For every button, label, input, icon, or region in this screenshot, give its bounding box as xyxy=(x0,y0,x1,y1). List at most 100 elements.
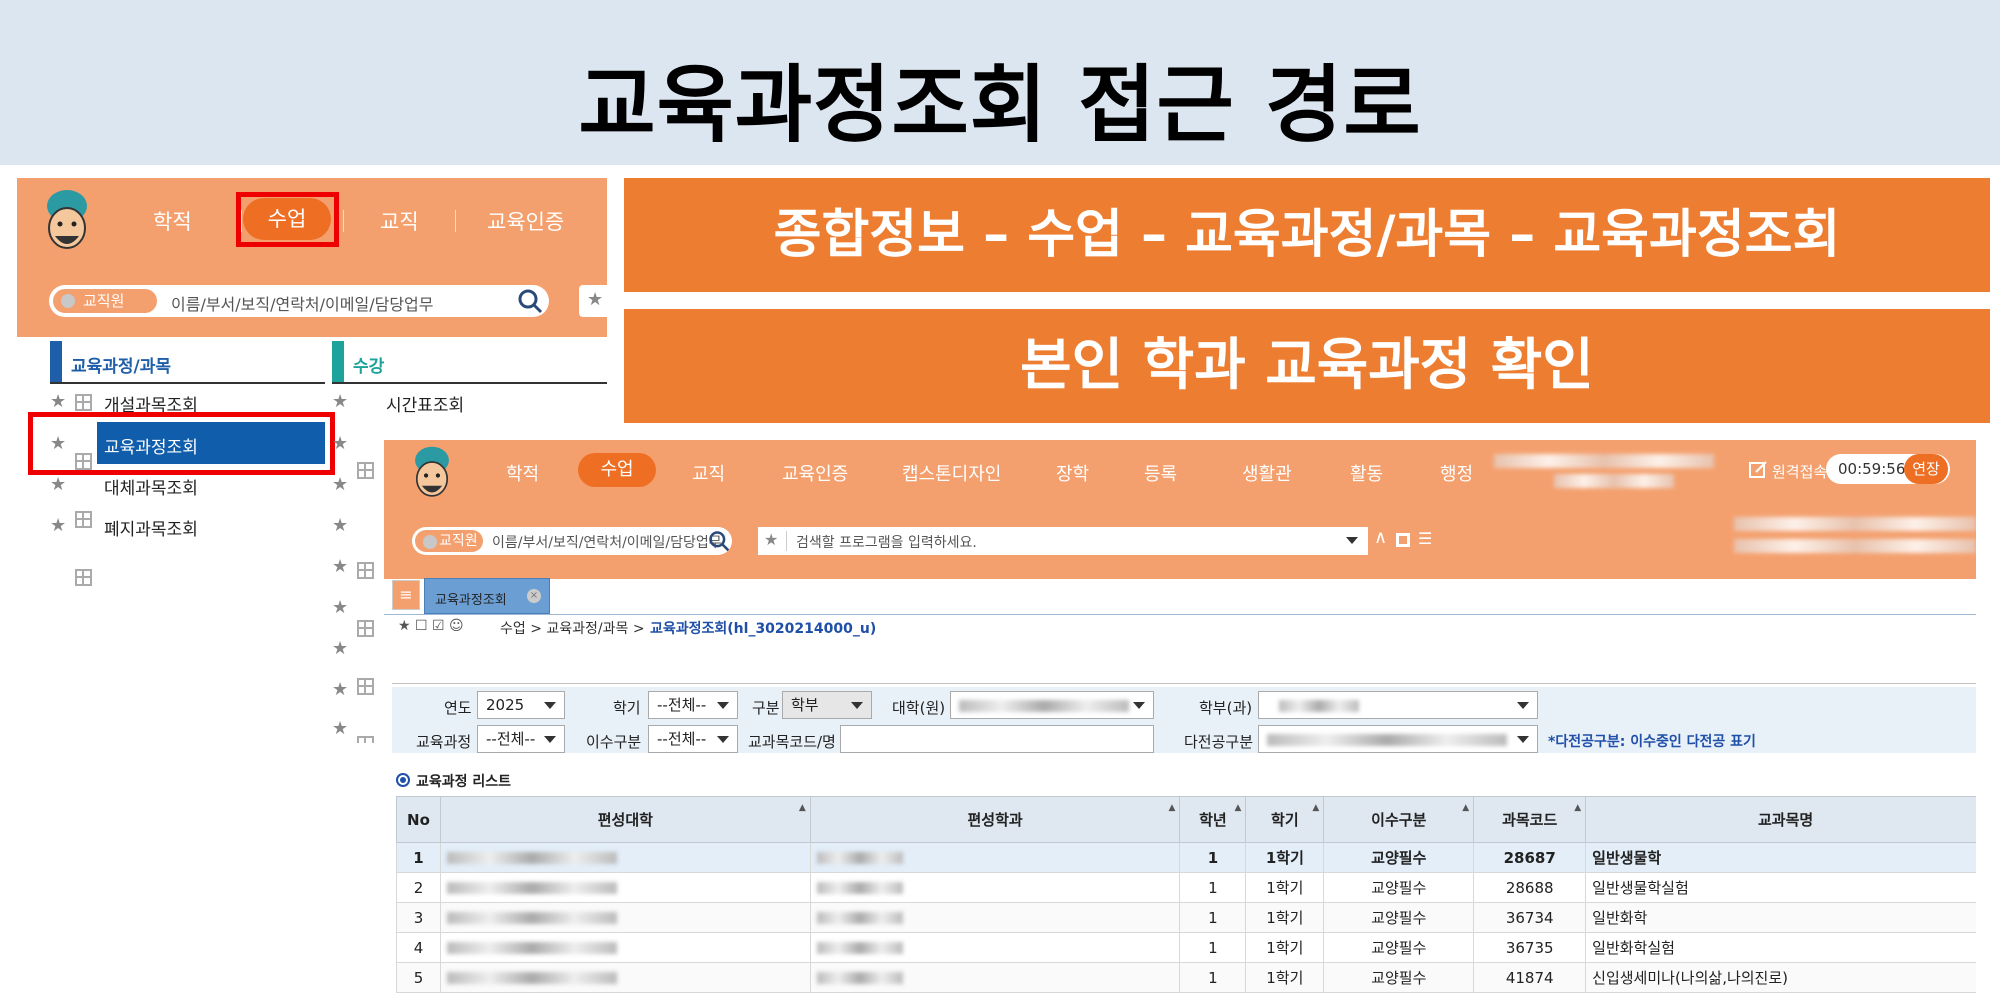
table-row[interactable]: 4 1 1학기 교양필수 36735 일반화학실험 xyxy=(396,932,1976,963)
cell-code: 41874 xyxy=(1473,962,1587,993)
college-select[interactable] xyxy=(950,691,1154,719)
search-input[interactable]: 교직원 이름/부서/보직/연락처/이메일/담당업무 xyxy=(49,285,549,317)
path-instruction-box: 종합정보 – 수업 – 교육과정/과목 – 교육과정조회 xyxy=(624,178,1990,292)
col-header-college[interactable]: 편성대학 ▲ xyxy=(439,796,811,843)
star-icon[interactable]: ★ xyxy=(332,718,348,739)
section-marker xyxy=(50,341,62,383)
nav-deungrok[interactable]: 등록 xyxy=(1144,460,1177,486)
role-badge[interactable]: 교직원 xyxy=(53,289,157,313)
star-icon[interactable]: ★ xyxy=(50,474,66,495)
chevron-down-icon[interactable] xyxy=(1346,537,1358,544)
nav-janghak[interactable]: 장학 xyxy=(1056,460,1089,486)
star-icon[interactable]: ★ xyxy=(332,433,348,454)
mascot-logo-icon xyxy=(415,446,449,497)
division-select[interactable]: 학부 xyxy=(782,691,872,719)
star-icon[interactable]: ★ xyxy=(764,530,778,549)
blurred-value xyxy=(1279,700,1359,712)
nav-hwaldong[interactable]: 활동 xyxy=(1350,460,1383,486)
cell-no: 2 xyxy=(396,872,441,903)
nav-separator xyxy=(343,210,344,232)
col-header-code[interactable]: 과목코드 ▲ xyxy=(1473,796,1587,843)
col-header-no[interactable]: No xyxy=(396,796,441,843)
col-header-semester[interactable]: 학기 ▲ xyxy=(1245,796,1325,843)
blurred-value xyxy=(959,700,1129,712)
col-header-grade[interactable]: 학년 ▲ xyxy=(1179,796,1247,843)
timer-value: 00:59:56 xyxy=(1838,460,1906,478)
edit-icon[interactable] xyxy=(1748,460,1768,480)
division-label: 구분 xyxy=(752,699,780,717)
nav-haengjeong[interactable]: 행정 xyxy=(1440,460,1473,486)
list-view-icon[interactable]: ☰ xyxy=(1418,529,1432,548)
multimajor-select[interactable] xyxy=(1258,725,1538,753)
close-icon[interactable]: × xyxy=(527,589,541,603)
blurred-user-info xyxy=(1494,454,1714,468)
remote-access-link[interactable]: 원격접속 xyxy=(1772,461,1827,482)
star-icon[interactable]: ★ xyxy=(587,289,603,310)
curriculum-select[interactable]: --전체-- xyxy=(477,725,565,753)
nav-hakjeok[interactable]: 학적 xyxy=(153,206,192,236)
dept-select[interactable] xyxy=(1258,691,1538,719)
hamburger-menu-icon[interactable]: ≡ xyxy=(392,580,420,610)
cell-semester: 1학기 xyxy=(1245,902,1325,933)
table-row[interactable]: 5 1 1학기 교양필수 41874 신입생세미나(나의삶,나의진로) xyxy=(396,962,1976,993)
col-header-completion[interactable]: 이수구분 ▲ xyxy=(1323,796,1475,843)
year-select[interactable]: 2025 xyxy=(477,691,565,719)
menu-item-timetable[interactable]: 시간표조회 xyxy=(386,391,464,416)
tab-curriculum[interactable]: 교육과정조회 × xyxy=(424,578,550,614)
semester-select[interactable]: --전체-- xyxy=(648,691,738,719)
grid-icon xyxy=(357,736,374,743)
table-row[interactable]: 1 1 1학기 교양필수 28687 일반생물학 xyxy=(396,842,1976,873)
table-row[interactable]: 2 1 1학기 교양필수 28688 일반생물학실험 xyxy=(396,872,1976,903)
col-header-course-name[interactable]: 교과목명 xyxy=(1585,796,1976,843)
comment-icon[interactable]: ☐ xyxy=(415,618,428,634)
divider xyxy=(392,683,1976,684)
course-code-input[interactable] xyxy=(840,725,1154,753)
menu-item-abolished[interactable]: 폐지과목조회 xyxy=(104,515,198,540)
nav-gyojik[interactable]: 교직 xyxy=(692,460,725,486)
star-icon[interactable]: ★ xyxy=(332,391,348,412)
star-icon[interactable]: ★ xyxy=(332,515,348,536)
nav-capstone[interactable]: 캡스톤디자인 xyxy=(902,460,1001,486)
search-icon[interactable] xyxy=(708,530,730,552)
program-search-input[interactable]: ★ 검색할 프로그램을 입력하세요. xyxy=(758,527,1368,555)
star-icon[interactable]: ★ xyxy=(50,391,66,412)
smiley-icon[interactable]: ☺ xyxy=(449,618,464,634)
nav-hakjeok[interactable]: 학적 xyxy=(506,460,539,486)
star-icon[interactable]: ★ xyxy=(50,515,66,536)
star-icon[interactable]: ★ xyxy=(332,597,348,618)
star-icon[interactable]: ★ xyxy=(332,679,348,700)
star-icon[interactable]: ★ xyxy=(332,556,348,577)
star-icon[interactable]: ★ xyxy=(398,618,411,634)
star-icon[interactable]: ★ xyxy=(332,474,348,495)
grid-view-icon[interactable] xyxy=(1396,533,1410,547)
extend-button[interactable]: 연장 xyxy=(1904,454,1948,484)
nav-sueop-active[interactable]: 수업 xyxy=(578,453,656,487)
nav-gyojik[interactable]: 교직 xyxy=(380,206,419,236)
collapse-icon[interactable]: ∧ xyxy=(1374,527,1387,548)
grid-icon xyxy=(357,620,374,637)
table-row[interactable]: 3 1 1학기 교양필수 36734 일반화학 xyxy=(396,902,1976,933)
cell-dept xyxy=(809,902,1181,933)
multimajor-note: *다전공구분: 이수중인 다전공 표기 xyxy=(1548,734,1756,750)
completion-select[interactable]: --전체-- xyxy=(648,725,738,753)
nav-saenghwalgwan[interactable]: 생활관 xyxy=(1242,460,1292,486)
search-input[interactable]: 교직원 이름/부서/보직/연락처/이메일/담당업무 xyxy=(412,527,732,555)
cell-college xyxy=(439,842,811,873)
col-header-dept[interactable]: 편성학과 ▲ xyxy=(809,796,1181,843)
cell-dept xyxy=(809,962,1181,993)
favorite-search-box[interactable]: ★ xyxy=(579,285,607,317)
search-placeholder: 이름/부서/보직/연락처/이메일/담당업무 xyxy=(492,535,722,551)
role-badge[interactable]: 교직원 xyxy=(415,530,483,552)
blurred-value xyxy=(446,911,617,924)
menu-item-substitute[interactable]: 대체과목조회 xyxy=(104,474,198,499)
cell-dept xyxy=(809,872,1181,903)
document-icon[interactable]: ☑ xyxy=(432,618,445,634)
nav-gyoyuk-injeung[interactable]: 교육인증 xyxy=(782,460,848,486)
star-icon[interactable]: ★ xyxy=(332,638,348,659)
cell-semester: 1학기 xyxy=(1245,842,1325,873)
system-screenshot: 학적 수업 교직 교육인증 캡스톤디자인 장학 등록 생활관 활동 행정 원격접… xyxy=(384,440,1976,993)
nav-gyoyuk-injeung[interactable]: 교육인증 xyxy=(487,206,564,236)
cell-semester: 1학기 xyxy=(1245,962,1325,993)
search-icon[interactable] xyxy=(517,288,543,314)
program-search-placeholder: 검색할 프로그램을 입력하세요. xyxy=(796,535,977,551)
